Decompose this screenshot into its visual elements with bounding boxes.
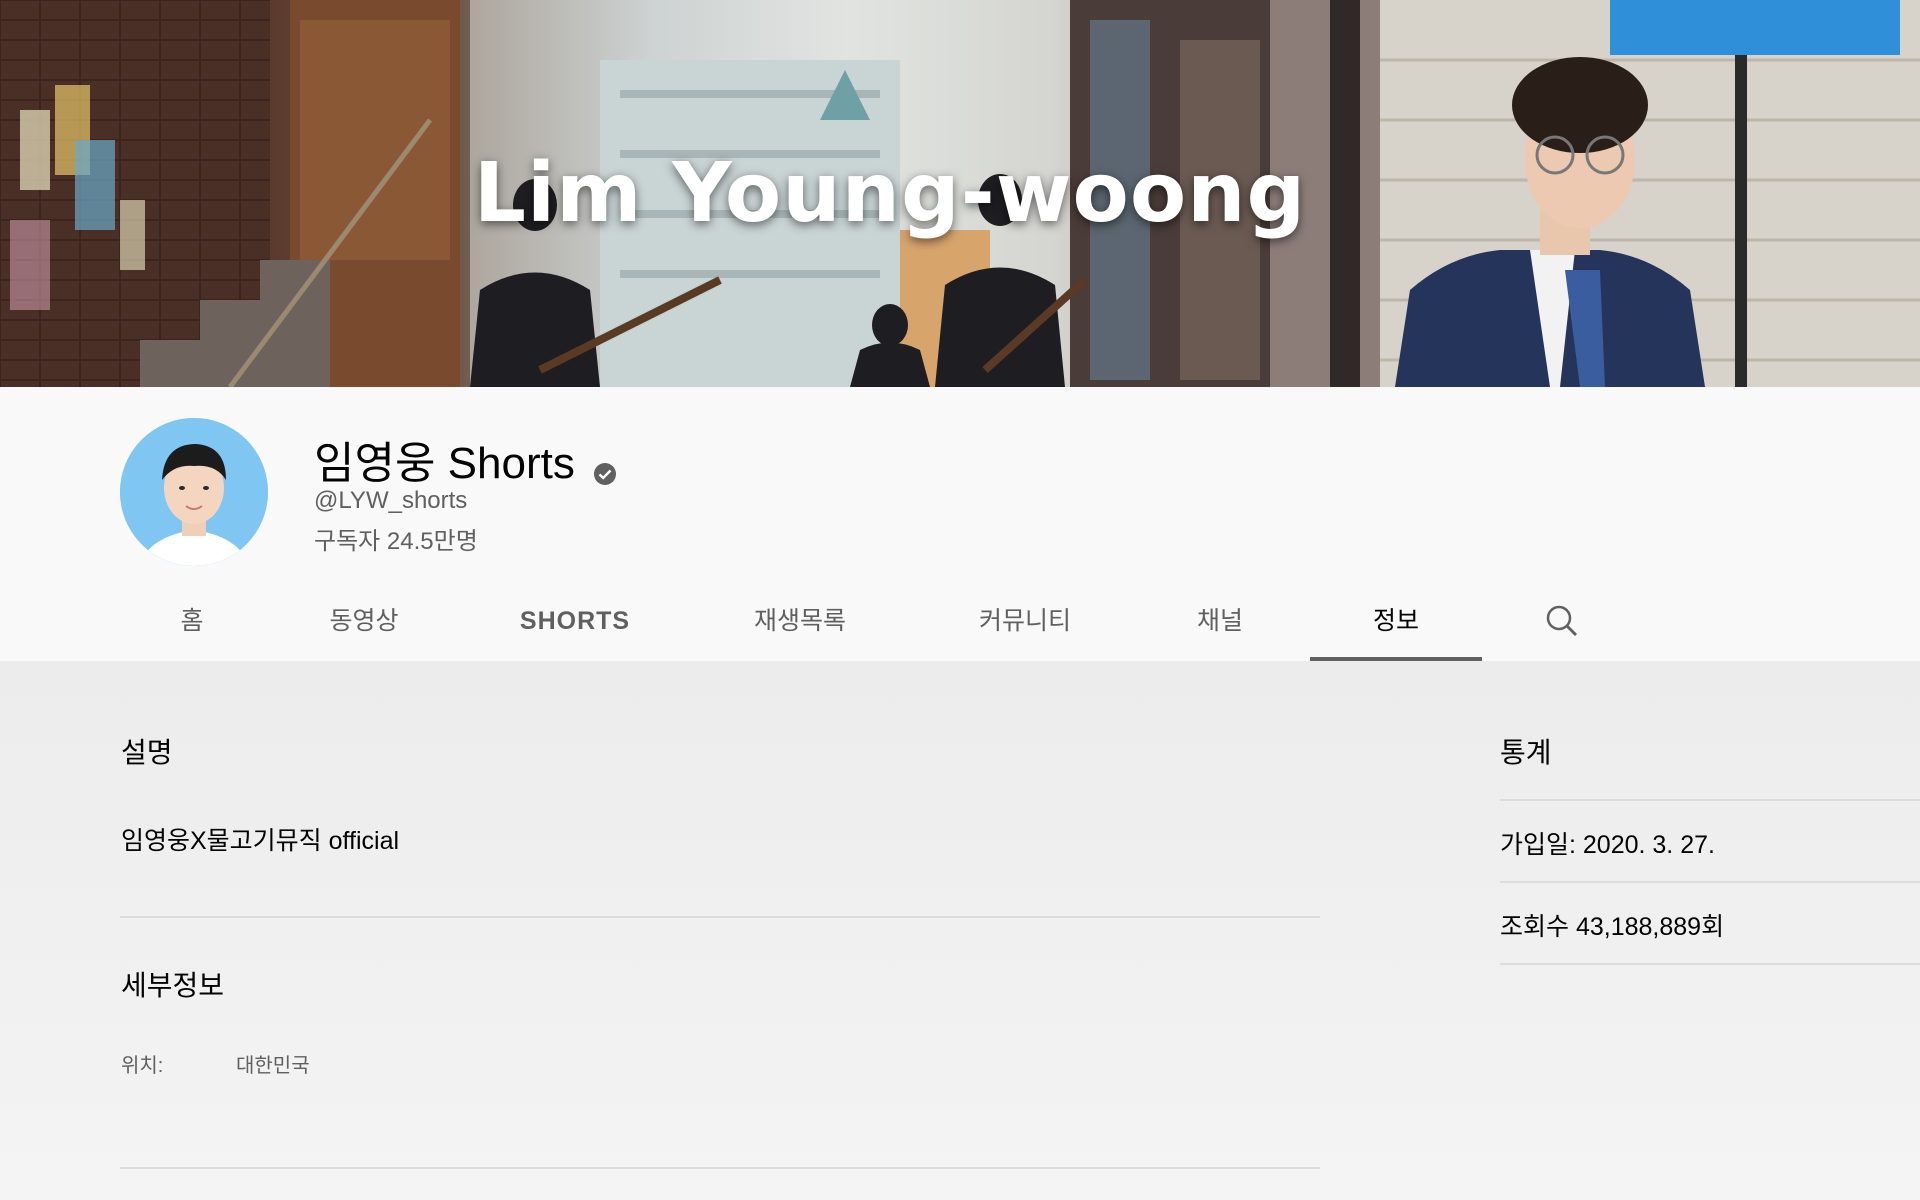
channel-tabs: 홈 동영상 SHORTS 재생목록 커뮤니티 채널 정보 <box>0 587 1920 661</box>
stats-heading: 통계 <box>1500 737 1552 768</box>
tab-channels[interactable]: 채널 <box>1180 587 1260 661</box>
stats-divider <box>1500 963 1920 965</box>
channel-name: 임영웅 Shorts <box>314 427 617 491</box>
about-content: 설명 임영웅X물고기뮤직 official 세부정보 위치: 대한민국 통계 가… <box>0 661 1920 1200</box>
avatar-image <box>120 418 268 566</box>
channel-header: 임영웅 Shorts @LYW_shorts 구독자 24.5만명 홈 동영상 … <box>0 387 1920 661</box>
tab-shorts[interactable]: SHORTS <box>505 587 645 661</box>
channel-name-text: 임영웅 Shorts <box>314 439 575 488</box>
stats-divider <box>1500 799 1920 801</box>
section-divider <box>120 916 1320 918</box>
section-divider <box>120 1167 1320 1169</box>
description-heading: 설명 <box>121 737 173 768</box>
joined-date: 가입일: 2020. 3. 27. <box>1500 831 1715 859</box>
channel-banner: Lim Young-woong <box>0 0 1920 387</box>
subscriber-count: 구독자 24.5만명 <box>314 528 478 555</box>
channel-avatar[interactable] <box>120 418 268 566</box>
view-count: 조회수 43,188,889회 <box>1500 913 1725 941</box>
tab-home[interactable]: 홈 <box>162 587 222 661</box>
tab-videos[interactable]: 동영상 <box>304 587 424 661</box>
location-value: 대한민국 <box>236 1055 310 1077</box>
location-label: 위치: <box>121 1055 164 1077</box>
description-text: 임영웅X물고기뮤직 official <box>121 827 400 855</box>
tab-about[interactable]: 정보 <box>1310 587 1482 661</box>
tab-community[interactable]: 커뮤니티 <box>955 587 1095 661</box>
channel-handle: @LYW_shorts <box>314 487 468 514</box>
channel-search-icon[interactable] <box>1542 601 1582 641</box>
tab-playlists[interactable]: 재생목록 <box>730 587 870 661</box>
details-heading: 세부정보 <box>121 970 225 1001</box>
banner-title: Lim Young-woong <box>473 146 1307 241</box>
stats-divider <box>1500 881 1920 883</box>
verified-badge-icon <box>593 447 617 485</box>
